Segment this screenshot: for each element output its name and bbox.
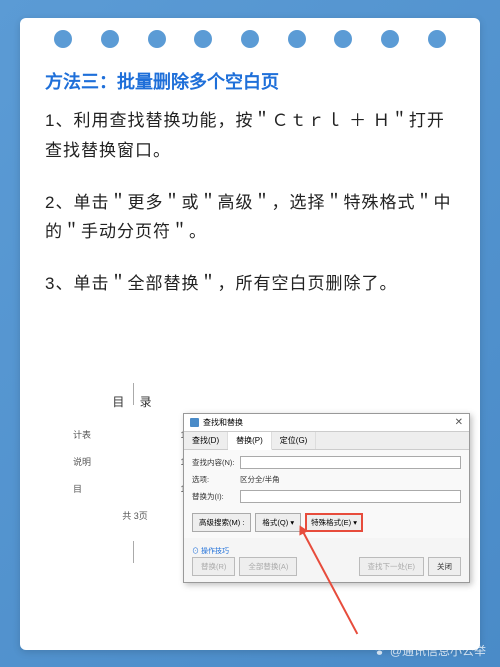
dialog-title-text: 查找和替换 — [203, 417, 243, 428]
format-button-row: 高级搜索(M) : 格式(Q) ▾ 特殊格式(E) ▾ — [192, 513, 461, 532]
more-button[interactable]: 高级搜索(M) : — [192, 513, 251, 532]
tab-find[interactable]: 查找(D) — [184, 432, 228, 449]
dialog-body: 查找内容(N): 选项: 区分全/半角 替换为(I): 高级搜索(M) : 格式… — [184, 450, 469, 538]
options-value: 区分全/半角 — [240, 474, 280, 485]
dialog-tabs: 查找(D) 替换(P) 定位(G) — [184, 432, 469, 450]
special-format-button[interactable]: 特殊格式(E) ▾ — [305, 513, 363, 532]
dialog-icon — [190, 418, 199, 427]
watermark: @通讯信息小公举 — [373, 642, 486, 659]
find-label: 查找内容(N): — [192, 457, 236, 468]
dialog-titlebar: 查找和替换 ✕ — [184, 414, 469, 432]
binder-holes — [20, 30, 480, 48]
close-button[interactable]: 关闭 — [428, 557, 461, 576]
step-1: 1、利用查找替换功能，按＂Ｃｔｒｌ ＋ Ｈ＂打开查找替换窗口。 — [45, 106, 455, 166]
method-title: 方法三：批量删除多个空白页 — [45, 68, 455, 94]
options-label: 选项: — [192, 474, 236, 485]
replace-input[interactable] — [240, 490, 461, 503]
format-button[interactable]: 格式(Q) ▾ — [255, 513, 301, 532]
doc-heading: 目 录 — [65, 393, 205, 410]
embedded-screenshot: 目 录 计表1 页 说明1 页 目1 页 共 3页 查找和替换 ✕ 查找(D) … — [65, 393, 465, 613]
replace-all-button[interactable]: 全部替换(A) — [239, 557, 297, 576]
paw-icon — [373, 644, 386, 657]
find-next-button[interactable]: 查找下一处(E) — [359, 557, 425, 576]
close-icon[interactable]: ✕ — [455, 417, 463, 428]
tab-goto[interactable]: 定位(G) — [272, 432, 317, 449]
tab-replace[interactable]: 替换(P) — [228, 432, 272, 450]
note-card: 方法三：批量删除多个空白页 1、利用查找替换功能，按＂Ｃｔｒｌ ＋ Ｈ＂打开查找… — [20, 18, 480, 650]
find-input[interactable] — [240, 456, 461, 469]
content-area: 方法三：批量删除多个空白页 1、利用查找替换功能，按＂Ｃｔｒｌ ＋ Ｈ＂打开查找… — [45, 68, 455, 321]
step-2: 2、单击＂更多＂或＂高级＂，选择＂特殊格式＂中的＂手动分页符＂。 — [45, 188, 455, 248]
find-replace-dialog: 查找和替换 ✕ 查找(D) 替换(P) 定位(G) 查找内容(N): 选项: 区… — [183, 413, 470, 583]
operation-tip[interactable]: ⊙ 操作技巧 — [192, 546, 229, 556]
watermark-text: @通讯信息小公举 — [390, 642, 486, 659]
replace-label: 替换为(I): — [192, 491, 236, 502]
replace-button[interactable]: 替换(R) — [192, 557, 235, 576]
step-3: 3、单击＂全部替换＂，所有空白页删除了。 — [45, 269, 455, 299]
